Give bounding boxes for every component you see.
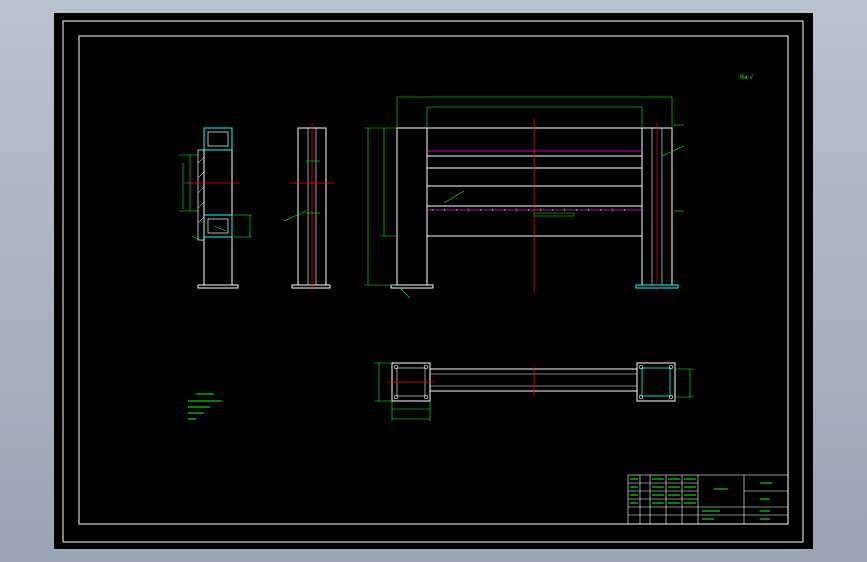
technical-notes xyxy=(188,393,222,420)
front-elevation-view xyxy=(364,96,685,299)
sheet-border-outer xyxy=(62,20,804,543)
side-view xyxy=(283,123,334,291)
side-section-view xyxy=(179,127,252,289)
cad-viewport[interactable]: Ra √ xyxy=(54,13,813,549)
drawing-sheet: Ra √ xyxy=(62,20,804,543)
sheet-border-inner xyxy=(78,35,789,525)
roughness-label: Ra √ xyxy=(740,74,754,81)
roughness-symbol: Ra √ xyxy=(740,74,754,81)
top-plan-view xyxy=(374,362,694,421)
